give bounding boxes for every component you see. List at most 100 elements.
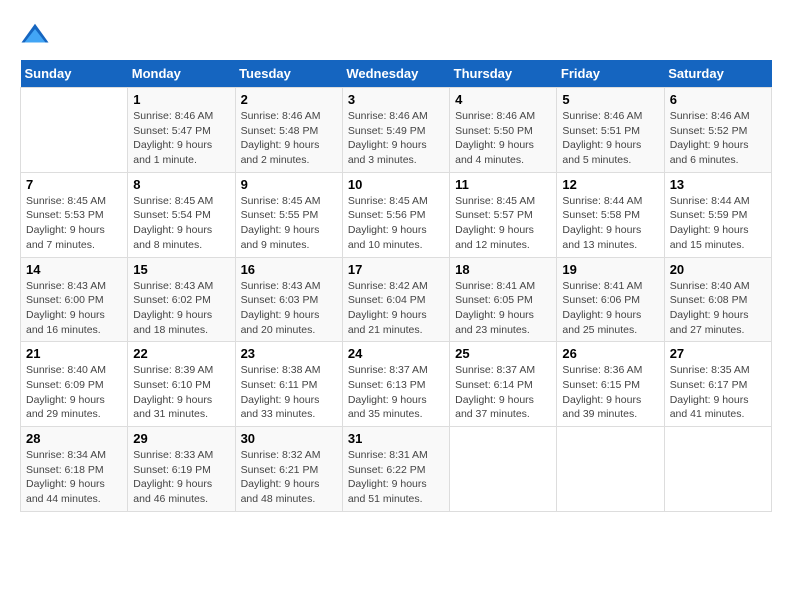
day-number: 4 — [455, 92, 551, 107]
cell-details: Sunrise: 8:46 AMSunset: 5:47 PMDaylight:… — [133, 109, 229, 168]
cell-details: Sunrise: 8:46 AMSunset: 5:49 PMDaylight:… — [348, 109, 444, 168]
day-number: 25 — [455, 346, 551, 361]
calendar-cell: 25 Sunrise: 8:37 AMSunset: 6:14 PMDayligh… — [450, 342, 557, 427]
calendar-cell: 24Sunrise: 8:37 AMSunset: 6:13 PMDayligh… — [342, 342, 449, 427]
header-monday: Monday — [128, 60, 235, 88]
day-number: 30 — [241, 431, 337, 446]
calendar-cell: 29 Sunrise: 8:33 AMSunset: 6:19 PMDayligh… — [128, 427, 235, 512]
cell-details: Sunrise: 8:43 AMSunset: 6:02 PMDaylight:… — [133, 279, 229, 338]
cell-details: Sunrise: 8:43 AMSunset: 6:00 PMDaylight:… — [26, 279, 122, 338]
cell-details: Sunrise: 8:46 AMSunset: 5:48 PMDaylight:… — [241, 109, 337, 168]
calendar-cell: 11 Sunrise: 8:45 AMSunset: 5:57 PMDayligh… — [450, 172, 557, 257]
calendar-week-row: 1 Sunrise: 8:46 AMSunset: 5:47 PMDaylight… — [21, 88, 772, 173]
cell-details: Sunrise: 8:39 AMSunset: 6:10 PMDaylight:… — [133, 363, 229, 422]
day-number: 17 — [348, 262, 444, 277]
calendar-cell: 2 Sunrise: 8:46 AMSunset: 5:48 PMDaylight… — [235, 88, 342, 173]
calendar-cell: 26 Sunrise: 8:36 AMSunset: 6:15 PMDayligh… — [557, 342, 664, 427]
calendar-cell: 31 Sunrise: 8:31 AMSunset: 6:22 PMDayligh… — [342, 427, 449, 512]
cell-details: Sunrise: 8:46 AMSunset: 5:52 PMDaylight:… — [670, 109, 766, 168]
cell-details: Sunrise: 8:32 AMSunset: 6:21 PMDaylight:… — [241, 448, 337, 507]
calendar-cell: 4 Sunrise: 8:46 AMSunset: 5:50 PMDaylight… — [450, 88, 557, 173]
day-number: 29 — [133, 431, 229, 446]
cell-details: Sunrise: 8:38 AMSunset: 6:11 PMDaylight:… — [241, 363, 337, 422]
day-number: 23 — [241, 346, 337, 361]
cell-details: Sunrise: 8:34 AMSunset: 6:18 PMDaylight:… — [26, 448, 122, 507]
calendar-cell: 9 Sunrise: 8:45 AMSunset: 5:55 PMDaylight… — [235, 172, 342, 257]
day-number: 28 — [26, 431, 122, 446]
day-number: 21 — [26, 346, 122, 361]
logo — [20, 20, 54, 50]
day-number: 16 — [241, 262, 337, 277]
day-number: 14 — [26, 262, 122, 277]
calendar-cell: 8Sunrise: 8:45 AMSunset: 5:54 PMDaylight… — [128, 172, 235, 257]
page-header — [20, 20, 772, 50]
header-wednesday: Wednesday — [342, 60, 449, 88]
calendar-cell: 16Sunrise: 8:43 AMSunset: 6:03 PMDayligh… — [235, 257, 342, 342]
cell-details: Sunrise: 8:33 AMSunset: 6:19 PMDaylight:… — [133, 448, 229, 507]
calendar-week-row: 7 Sunrise: 8:45 AMSunset: 5:53 PMDaylight… — [21, 172, 772, 257]
cell-details: Sunrise: 8:42 AMSunset: 6:04 PMDaylight:… — [348, 279, 444, 338]
calendar-cell: 5Sunrise: 8:46 AMSunset: 5:51 PMDaylight… — [557, 88, 664, 173]
cell-details: Sunrise: 8:45 AMSunset: 5:55 PMDaylight:… — [241, 194, 337, 253]
calendar-cell: 10 Sunrise: 8:45 AMSunset: 5:56 PMDayligh… — [342, 172, 449, 257]
calendar-header-row: SundayMondayTuesdayWednesdayThursdayFrid… — [21, 60, 772, 88]
calendar-cell: 27 Sunrise: 8:35 AMSunset: 6:17 PMDayligh… — [664, 342, 771, 427]
calendar-cell — [664, 427, 771, 512]
day-number: 22 — [133, 346, 229, 361]
cell-details: Sunrise: 8:45 AMSunset: 5:53 PMDaylight:… — [26, 194, 122, 253]
calendar-cell: 30 Sunrise: 8:32 AMSunset: 6:21 PMDayligh… — [235, 427, 342, 512]
logo-icon — [20, 20, 50, 50]
cell-details: Sunrise: 8:36 AMSunset: 6:15 PMDaylight:… — [562, 363, 658, 422]
cell-details: Sunrise: 8:35 AMSunset: 6:17 PMDaylight:… — [670, 363, 766, 422]
header-friday: Friday — [557, 60, 664, 88]
calendar-cell: 19 Sunrise: 8:41 AMSunset: 6:06 PMDayligh… — [557, 257, 664, 342]
calendar-cell: 12Sunrise: 8:44 AMSunset: 5:58 PMDayligh… — [557, 172, 664, 257]
day-number: 2 — [241, 92, 337, 107]
calendar-table: SundayMondayTuesdayWednesdayThursdayFrid… — [20, 60, 772, 512]
header-saturday: Saturday — [664, 60, 771, 88]
day-number: 31 — [348, 431, 444, 446]
calendar-cell: 18Sunrise: 8:41 AMSunset: 6:05 PMDayligh… — [450, 257, 557, 342]
calendar-cell — [450, 427, 557, 512]
cell-details: Sunrise: 8:46 AMSunset: 5:50 PMDaylight:… — [455, 109, 551, 168]
calendar-cell: 6 Sunrise: 8:46 AMSunset: 5:52 PMDaylight… — [664, 88, 771, 173]
day-number: 13 — [670, 177, 766, 192]
calendar-cell: 22 Sunrise: 8:39 AMSunset: 6:10 PMDayligh… — [128, 342, 235, 427]
cell-details: Sunrise: 8:40 AMSunset: 6:09 PMDaylight:… — [26, 363, 122, 422]
header-tuesday: Tuesday — [235, 60, 342, 88]
calendar-cell: 7 Sunrise: 8:45 AMSunset: 5:53 PMDaylight… — [21, 172, 128, 257]
cell-details: Sunrise: 8:37 AMSunset: 6:14 PMDaylight:… — [455, 363, 551, 422]
day-number: 5 — [562, 92, 658, 107]
day-number: 7 — [26, 177, 122, 192]
day-number: 10 — [348, 177, 444, 192]
calendar-cell: 20 Sunrise: 8:40 AMSunset: 6:08 PMDayligh… — [664, 257, 771, 342]
cell-details: Sunrise: 8:45 AMSunset: 5:57 PMDaylight:… — [455, 194, 551, 253]
calendar-cell: 17 Sunrise: 8:42 AMSunset: 6:04 PMDayligh… — [342, 257, 449, 342]
cell-details: Sunrise: 8:40 AMSunset: 6:08 PMDaylight:… — [670, 279, 766, 338]
cell-details: Sunrise: 8:45 AMSunset: 5:56 PMDaylight:… — [348, 194, 444, 253]
header-sunday: Sunday — [21, 60, 128, 88]
calendar-cell: 21 Sunrise: 8:40 AMSunset: 6:09 PMDayligh… — [21, 342, 128, 427]
day-number: 1 — [133, 92, 229, 107]
cell-details: Sunrise: 8:41 AMSunset: 6:06 PMDaylight:… — [562, 279, 658, 338]
calendar-week-row: 14 Sunrise: 8:43 AMSunset: 6:00 PMDayligh… — [21, 257, 772, 342]
day-number: 11 — [455, 177, 551, 192]
calendar-cell: 14 Sunrise: 8:43 AMSunset: 6:00 PMDayligh… — [21, 257, 128, 342]
day-number: 27 — [670, 346, 766, 361]
day-number: 24 — [348, 346, 444, 361]
cell-details: Sunrise: 8:45 AMSunset: 5:54 PMDaylight:… — [133, 194, 229, 253]
header-thursday: Thursday — [450, 60, 557, 88]
calendar-cell: 28 Sunrise: 8:34 AMSunset: 6:18 PMDayligh… — [21, 427, 128, 512]
cell-details: Sunrise: 8:31 AMSunset: 6:22 PMDaylight:… — [348, 448, 444, 507]
calendar-week-row: 21 Sunrise: 8:40 AMSunset: 6:09 PMDayligh… — [21, 342, 772, 427]
day-number: 18 — [455, 262, 551, 277]
calendar-cell: 15Sunrise: 8:43 AMSunset: 6:02 PMDayligh… — [128, 257, 235, 342]
day-number: 26 — [562, 346, 658, 361]
day-number: 19 — [562, 262, 658, 277]
day-number: 20 — [670, 262, 766, 277]
day-number: 6 — [670, 92, 766, 107]
calendar-week-row: 28 Sunrise: 8:34 AMSunset: 6:18 PMDayligh… — [21, 427, 772, 512]
day-number: 3 — [348, 92, 444, 107]
calendar-cell — [21, 88, 128, 173]
day-number: 9 — [241, 177, 337, 192]
